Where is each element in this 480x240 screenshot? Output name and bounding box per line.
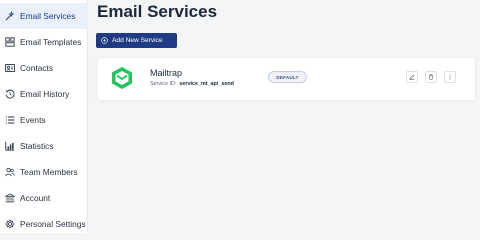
template-icon [5,37,15,47]
sidebar-item-label: Contacts [20,63,54,73]
sidebar-item-account[interactable]: Account [0,185,88,211]
history-icon [5,89,15,99]
list-icon [5,115,15,125]
sidebar-item-email-services[interactable]: Email Services [0,3,88,29]
sidebar-item-team-members[interactable]: Team Members [0,159,88,185]
service-id: Service ID: service_mt_api_send [150,81,234,87]
service-name: Mailtrap [150,68,183,78]
wand-icon [5,11,15,21]
page-title: Email Services [97,2,218,21]
kebab-menu-icon [449,74,451,80]
sidebar-item-events[interactable]: Events [0,107,88,133]
sidebar-item-label: Account [20,193,51,203]
sidebar-item-label: Team Members [20,167,78,177]
sidebar: Email Services Email Templates Contacts … [0,0,88,233]
plus-circle-icon [101,37,108,44]
chart-icon [5,141,15,151]
default-badge: DEFAULT [268,71,307,83]
gear-icon [5,219,15,229]
sidebar-item-label: Email Templates [20,37,82,47]
trash-icon [429,74,433,80]
delete-button[interactable] [425,71,437,83]
sidebar-item-email-templates[interactable]: Email Templates [0,29,88,55]
mailtrap-logo-icon [111,66,133,90]
pencil-icon [409,74,415,80]
team-icon [5,167,15,177]
edit-button[interactable] [406,71,418,83]
sidebar-item-label: Events [20,115,46,125]
sidebar-item-label: Personal Settings [20,219,86,229]
sidebar-item-statistics[interactable]: Statistics [0,133,88,159]
add-new-service-button[interactable]: Add New Service [96,33,177,48]
service-id-label: Service ID: [150,81,177,87]
add-new-service-label: Add New Service [112,37,163,44]
more-options-button[interactable] [444,71,456,83]
service-card[interactable]: Mailtrap Service ID: service_mt_api_send… [97,57,476,101]
contact-card-icon [5,63,15,73]
sidebar-item-contacts[interactable]: Contacts [0,55,88,81]
sidebar-item-personal-settings[interactable]: Personal Settings [0,211,88,237]
sidebar-item-email-history[interactable]: Email History [0,81,88,107]
sidebar-item-label: Email Services [20,11,76,21]
sidebar-item-label: Email History [20,89,70,99]
bank-icon [5,193,15,203]
sidebar-item-label: Statistics [20,141,54,151]
service-id-value: service_mt_api_send [179,81,234,87]
